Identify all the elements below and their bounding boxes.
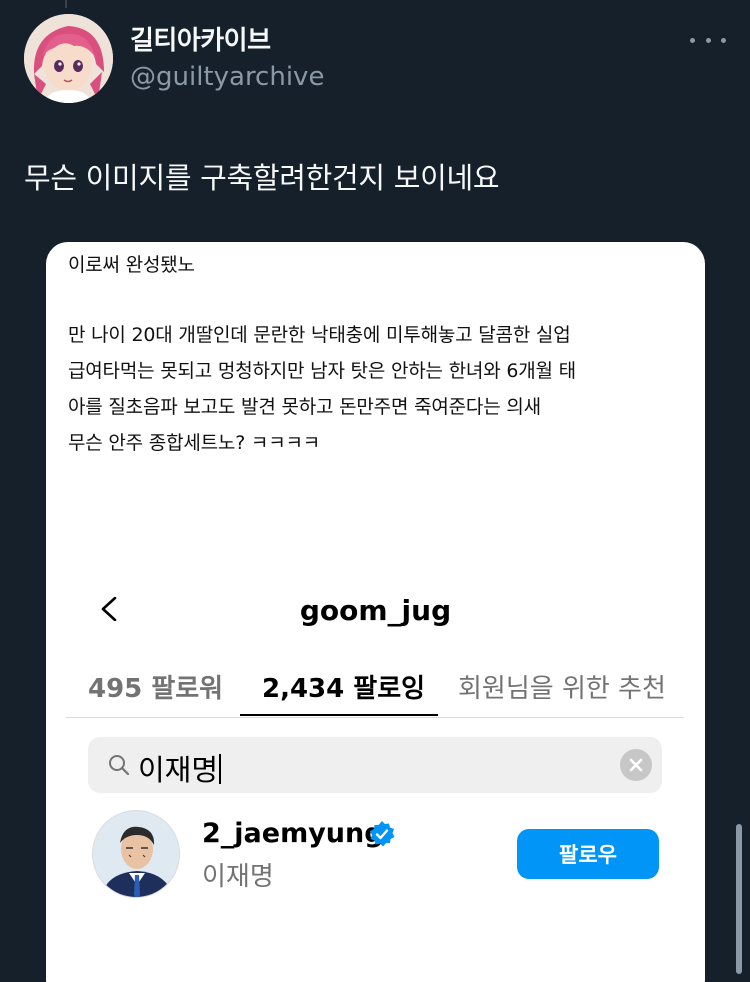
- tab-divider: [66, 717, 684, 718]
- author-avatar[interactable]: [24, 14, 113, 103]
- tweet-text: 무슨 이미지를 구축할려한건지 보이네요: [24, 161, 500, 195]
- caption-line: 만 나이 20대 개딸인데 문란한 낙태충에 미투해놓고 달콤한 실업: [68, 324, 571, 346]
- follow-button: 팔로우: [517, 829, 659, 879]
- search-icon: [109, 755, 130, 776]
- tweet-media-image[interactable]: 이로써 완성됐노 만 나이 20대 개딸인데 문란한 낙태충에 미투해놓고 달콤…: [46, 242, 705, 982]
- author-handle[interactable]: @guiltyarchive: [130, 62, 324, 92]
- ig-search-bar: 이재명: [88, 737, 662, 793]
- result-username: 2_jaemyung: [202, 818, 384, 849]
- verified-badge-icon: [370, 821, 395, 847]
- caption-line: 이로써 완성됐노: [68, 254, 195, 276]
- more-options-icon[interactable]: [690, 28, 726, 52]
- result-profile-photo: [92, 810, 180, 898]
- tab-followers: 495 팔로워: [88, 674, 224, 704]
- thread-line: [65, 0, 67, 8]
- scrollbar[interactable]: [736, 824, 742, 974]
- ig-profile-title: goom_jug: [299, 594, 452, 627]
- anime-avatar-illustration: [24, 14, 113, 103]
- caption-line: 급여타먹는 못되고 멍청하지만 남자 탓은 안하는 한녀와 6개월 태: [68, 360, 576, 382]
- caption-line: 아를 질초음파 보고도 발견 못하고 돈만주면 죽여준다는 의새: [68, 396, 541, 418]
- active-tab-indicator: [240, 714, 438, 716]
- clear-search-icon: [620, 749, 652, 781]
- ig-follow-tabs: 495 팔로워 2,434 팔로잉 회원님을 위한 추천: [66, 662, 684, 718]
- result-full-name: 이재명: [202, 862, 274, 892]
- ig-search-value: 이재명: [138, 747, 222, 789]
- caption-line: 무슨 안주 종합세트노? ㅋㅋㅋㅋ: [68, 432, 321, 454]
- tab-suggested: 회원님을 위한 추천: [458, 674, 666, 704]
- author-display-name[interactable]: 길티아카이브: [130, 20, 271, 57]
- tab-following: 2,434 팔로잉: [262, 674, 426, 704]
